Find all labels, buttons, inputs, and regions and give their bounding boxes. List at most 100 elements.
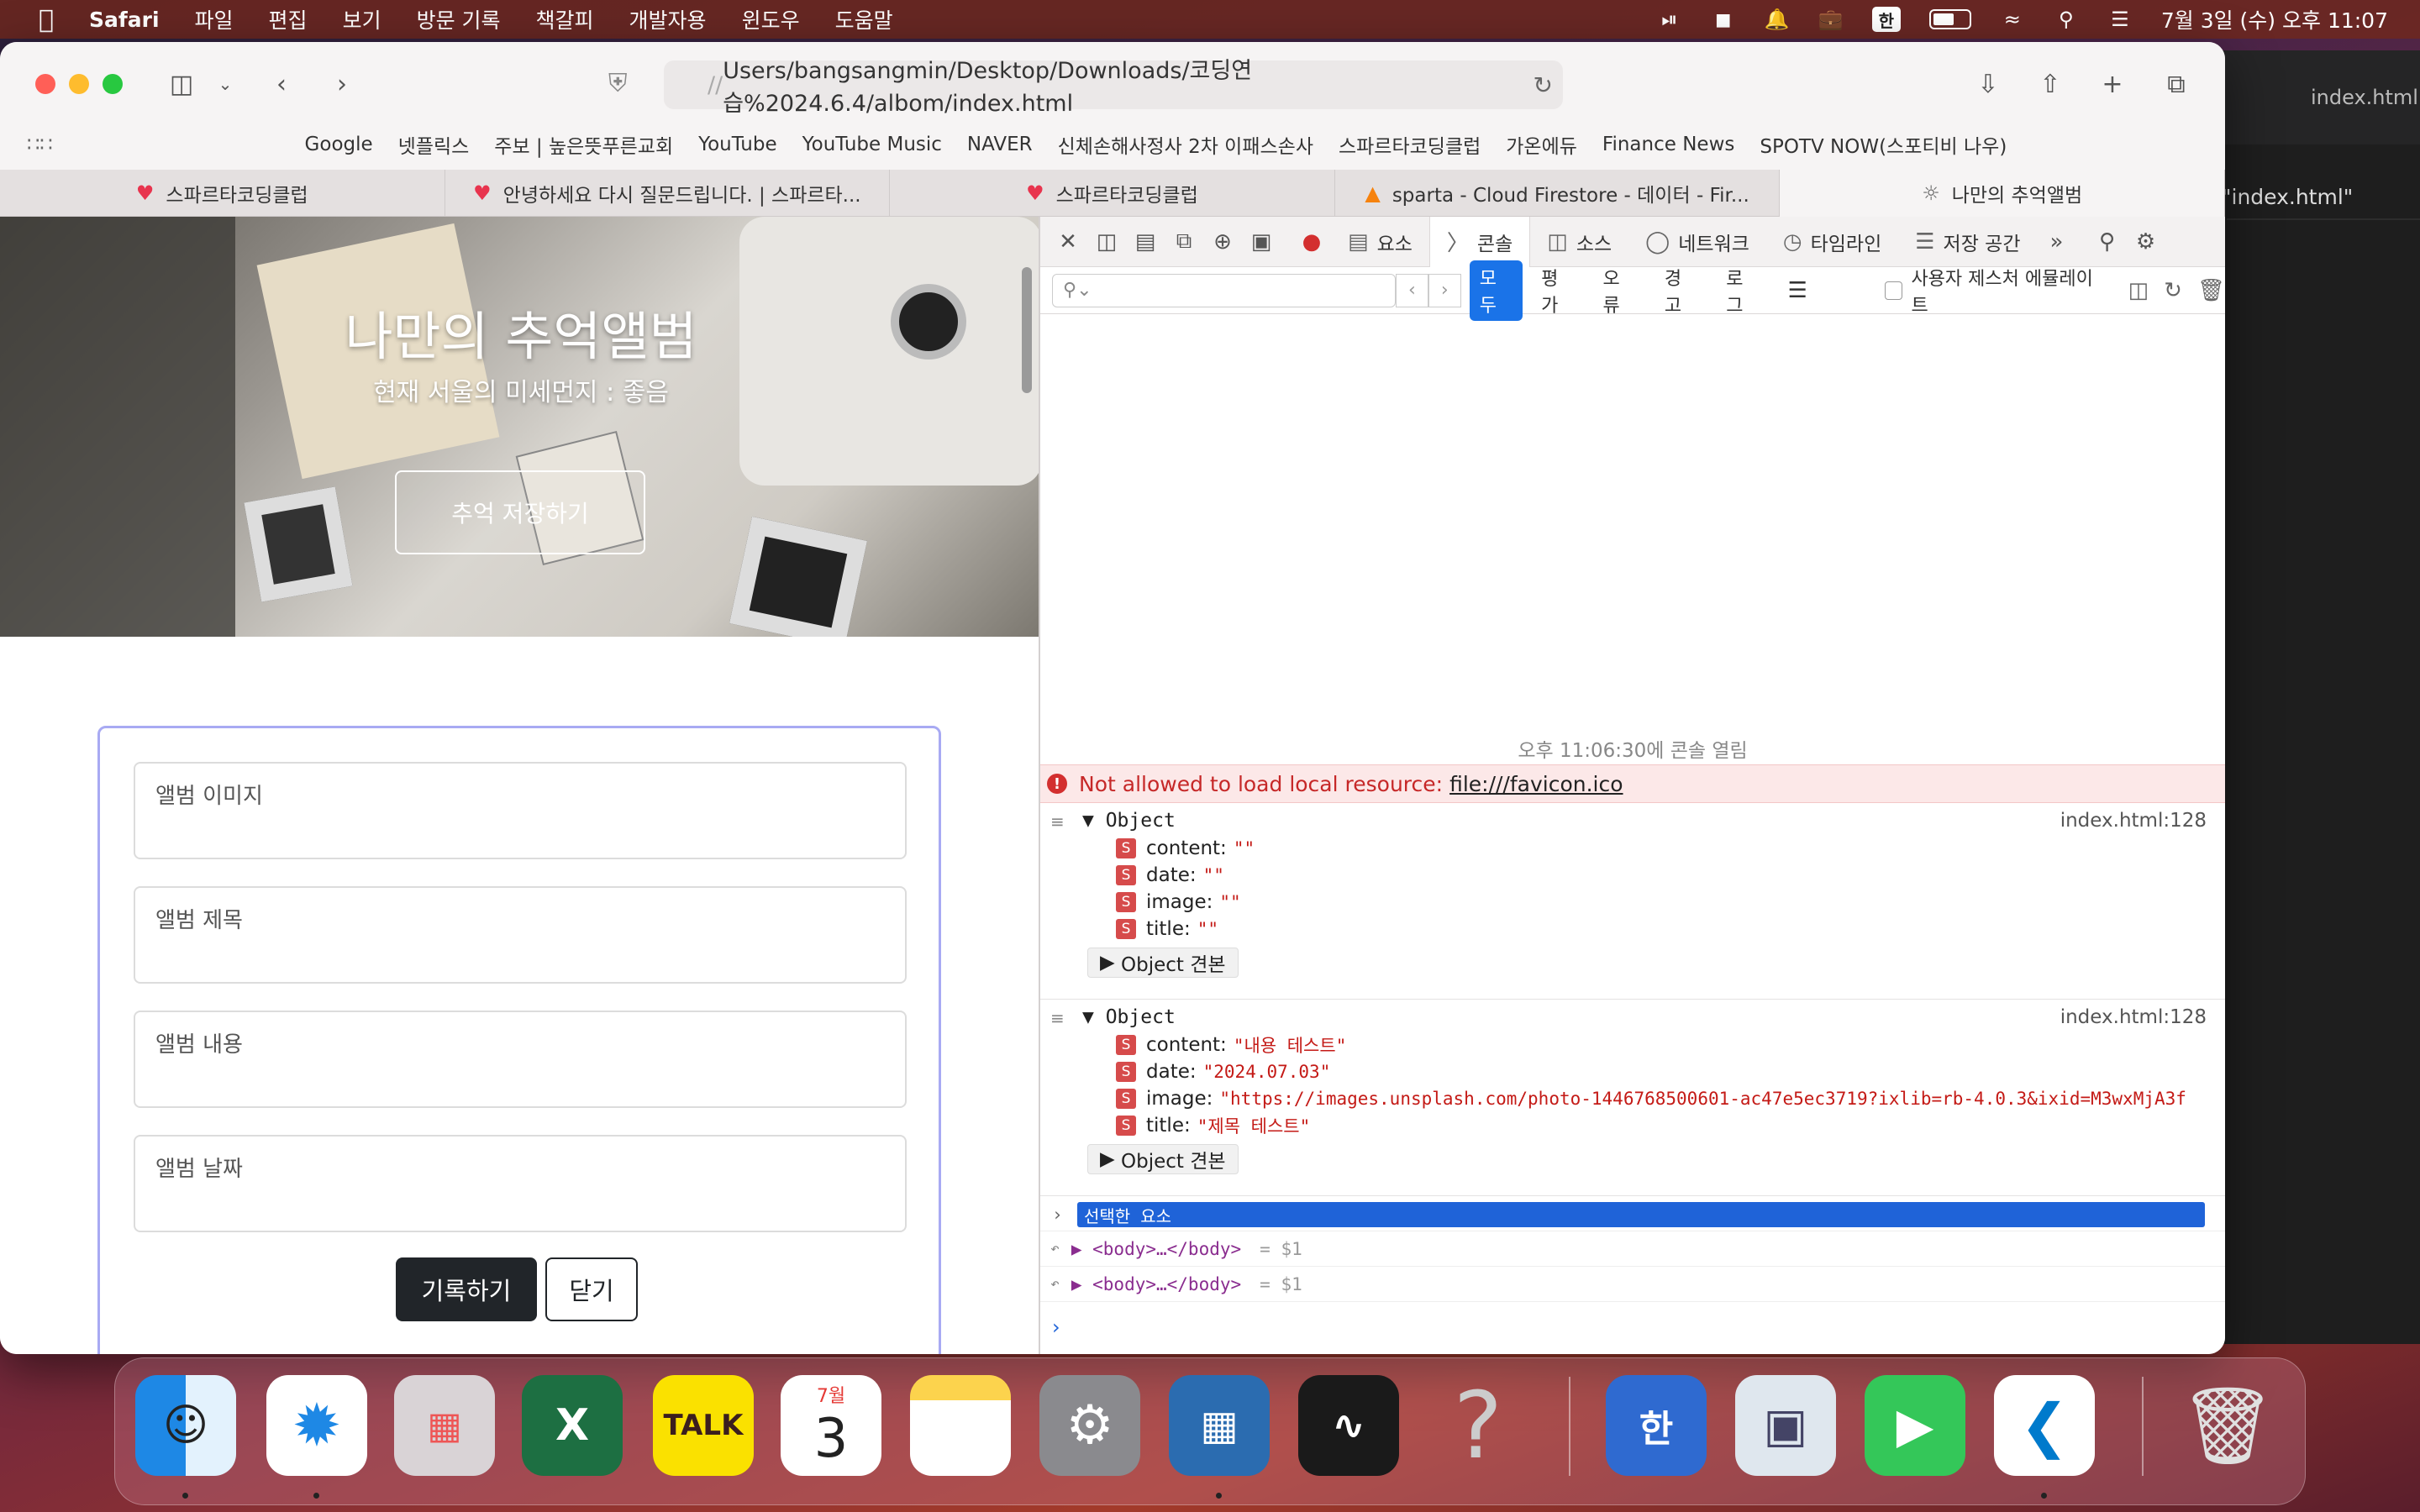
filter-logs[interactable]: 로그 [1716,260,1769,321]
element-picker-icon[interactable]: ⊕ [1203,223,1242,261]
album-title-field[interactable]: 앨범 제목 [134,886,907,984]
favorite-link[interactable]: YouTube [698,134,777,155]
album-content-field[interactable]: 앨범 내용 [134,1011,907,1108]
favorite-link[interactable]: Finance News [1602,134,1734,155]
kakaotalk-icon[interactable]: TALK [653,1375,754,1476]
album-date-field[interactable]: 앨범 날짜 [134,1135,907,1232]
result-body-tag[interactable]: ▶ <body>…</body> [1071,1274,1241,1294]
menu-edit[interactable]: 편집 [269,4,308,34]
bell-icon[interactable]: 🔔 [1765,7,1790,32]
source-link[interactable]: index.html:128 [2060,810,2207,832]
tab-storage[interactable]: ☰ 저장 공간 [1898,217,2037,267]
menu-view[interactable]: 보기 [343,4,381,34]
album-image-field[interactable]: 앨범 이미지 [134,762,907,859]
favorite-link[interactable]: 스파르타코딩클럽 [1339,130,1481,159]
screen-record-icon[interactable]: ◼ [1711,7,1736,32]
wifi-icon[interactable]: ≈ [2000,7,2025,32]
stocks-icon[interactable]: ∿ [1298,1375,1399,1476]
share-icon[interactable]: ⇧ [2033,66,2067,102]
favorite-link[interactable]: 가온에듀 [1506,130,1577,159]
filter-errors[interactable]: 오류 [1593,260,1646,321]
source-link[interactable]: index.html:128 [2060,1006,2207,1028]
selected-element-row[interactable]: › 선택한 요소 [1040,1198,2225,1231]
favorite-link[interactable]: 신체손해사정사 2차 이패스손사 [1058,130,1313,159]
tab-overview-icon[interactable]: ⧉ [2160,66,2193,102]
minimize-window-button[interactable] [69,74,89,94]
parallels-icon[interactable]: ▦ [1169,1375,1270,1476]
save-memory-button[interactable]: 추억 저장하기 [395,470,645,554]
input-source-indicator[interactable]: 한 [1871,7,1901,32]
browser-tab[interactable]: ♥ 스파르타코딩클럽 [0,170,445,217]
favorites-grid-icon[interactable]: ∷∷ [27,133,53,156]
error-indicator-icon[interactable]: ● [1292,223,1331,261]
back-button-icon[interactable]: ‹ [269,66,294,102]
favorite-link[interactable]: YouTube Music [802,134,942,155]
menu-file[interactable]: 파일 [195,4,234,34]
vscode-icon[interactable]: ❮ [1994,1375,2095,1476]
object-prototype-toggle[interactable]: ▶ Object 견본 [1087,948,1239,978]
console-filter-input[interactable]: ⚲⌄ [1052,273,1396,307]
tab-timelines[interactable]: ◷ 타임라인 [1766,217,1898,267]
favorite-link[interactable]: SPOTV NOW(스포티비 나우) [1760,130,2007,159]
launchpad-icon[interactable]: ▦ [394,1375,495,1476]
favorite-link[interactable]: Google [305,134,373,155]
object-header[interactable]: ▼ Object [1082,810,1176,832]
forward-button-icon[interactable]: › [329,66,355,102]
menu-bookmarks[interactable]: 책갈피 [536,4,594,34]
browser-tab[interactable]: ♥ 안녕하세요 다시 질문드립니다. | 스파르타... [445,170,891,217]
spotlight-search-icon[interactable]: ⚲ [2054,7,2079,32]
tab-network[interactable]: ◯ 네트워크 [1628,217,1766,267]
object-prototype-toggle[interactable]: ▶ Object 견본 [1087,1144,1239,1174]
detach-window-icon[interactable]: ⧉ [1165,223,1203,261]
console-result-row[interactable]: ↶ ▶ <body>…</body> = $1 [1040,1267,2225,1302]
next-match-icon[interactable]: › [1428,273,1461,307]
object-header[interactable]: ▼ Object [1082,1006,1176,1028]
submit-record-button[interactable]: 기록하기 [396,1257,537,1321]
reload-icon[interactable]: ↻ [1534,71,1553,99]
tab-elements[interactable]: ▤ 요소 [1331,217,1429,267]
new-tab-icon[interactable]: + [2096,66,2129,102]
more-tabs-icon[interactable]: » [2038,223,2076,261]
javascript-context-icon[interactable]: ◫ [2128,278,2149,303]
browser-tab-active[interactable]: ☼ 나만의 추억앨범 [1780,170,2225,217]
battery-icon[interactable] [1928,9,1971,29]
system-settings-icon[interactable]: ⚙ [1039,1375,1140,1476]
gear-icon[interactable]: ⚙ [2127,223,2165,261]
close-window-button[interactable] [35,74,55,94]
trash-icon[interactable]: 🗑 [2177,1375,2278,1476]
dock-side-icon[interactable]: ◫ [1087,223,1126,261]
menu-history[interactable]: 방문 기록 [417,4,501,34]
favorite-link[interactable]: NAVER [967,134,1033,155]
tab-console[interactable]: 〉 콘솔 [1428,216,1531,267]
browser-tab[interactable]: ▲ sparta - Cloud Firestore - 데이터 - Fir... [1335,170,1781,217]
address-bar[interactable]: //Users/bangsangmin/Desktop/Downloads/코딩… [664,58,1563,117]
zoom-window-button[interactable] [103,74,123,94]
filter-warnings[interactable]: 경고 [1655,260,1707,321]
device-settings-icon[interactable]: ▣ [1242,223,1281,261]
browser-tab[interactable]: ♥ 스파르타코딩클럽 [890,170,1335,217]
menu-app-name[interactable]: Safari [89,8,160,32]
apple-menu-icon[interactable]:  [32,5,60,34]
privacy-shield-icon[interactable]: ⛨ [608,69,628,98]
favorite-link[interactable]: 넷플릭스 [398,130,470,159]
console-result-row[interactable]: ↶ ▶ <body>…</body> = $1 [1040,1231,2225,1267]
page-scrollbar[interactable] [1022,267,1032,393]
dock-bottom-icon[interactable]: ▤ [1126,223,1165,261]
error-resource-link[interactable]: file:///favicon.ico [1449,772,1623,796]
menu-help[interactable]: 도움말 [835,4,893,34]
search-icon[interactable]: ⚲ [2088,223,2127,261]
calendar-icon[interactable]: 7월 3 [781,1375,881,1476]
clear-console-icon[interactable]: 🗑 [2197,278,2225,303]
menu-develop[interactable]: 개발자용 [629,4,707,34]
safari-icon[interactable]: ✹ [266,1375,367,1476]
emulate-gesture-checkbox[interactable] [1884,281,1903,300]
download-icon[interactable]: ⇩ [1971,66,2005,102]
console-prompt-icon[interactable]: › [1052,1315,1060,1339]
favorite-link[interactable]: 주보 | 높은뜻푸른교회 [494,130,673,159]
filter-options-icon[interactable]: ☰ [1778,275,1818,307]
menu-window[interactable]: 윈도우 [742,4,800,34]
control-center-icon[interactable]: ☰ [2107,7,2133,32]
chevron-down-icon[interactable]: ⌄ [215,66,235,102]
menubar-clock[interactable]: 7월 3일 (수) 오후 11:07 [2161,4,2388,34]
unknown-app-icon[interactable]: ? [1428,1372,1528,1479]
